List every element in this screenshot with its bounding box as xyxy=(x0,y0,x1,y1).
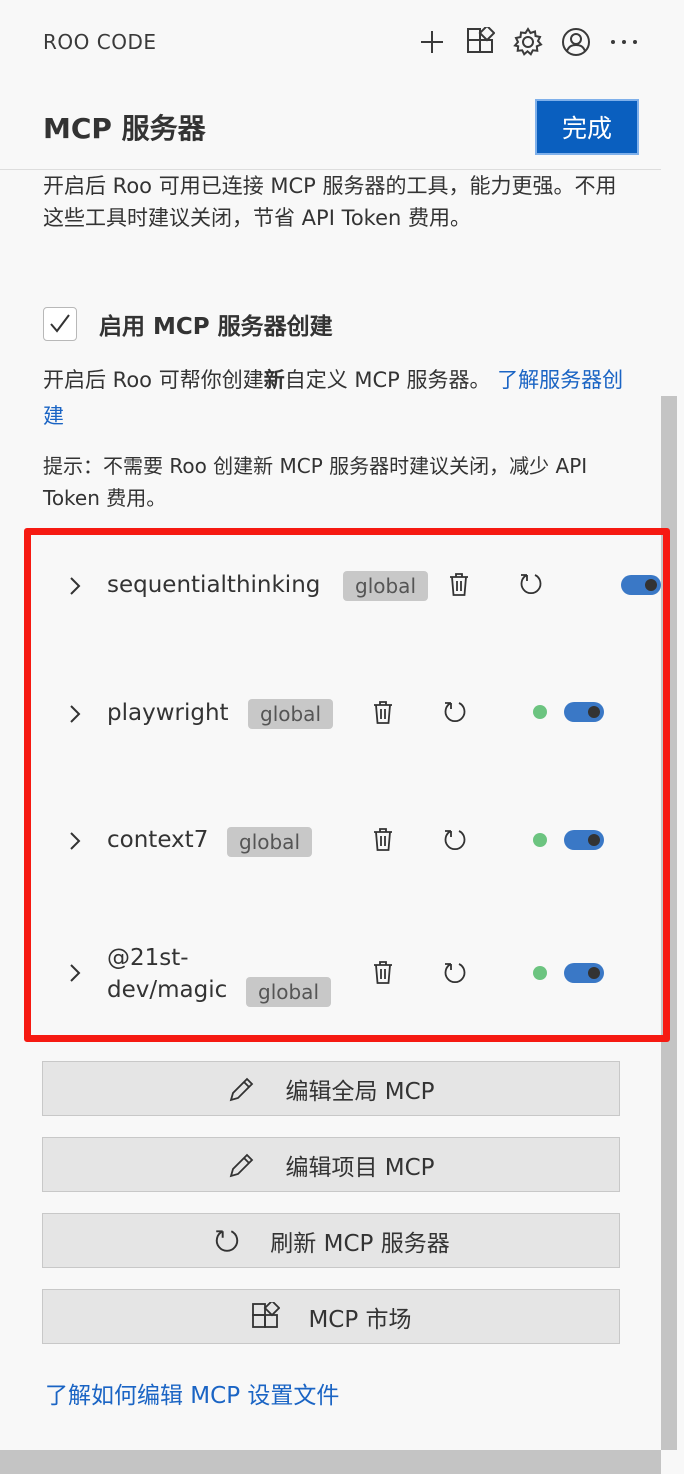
mcp-description: 开启后 Roo 可用已连接 MCP 服务器的工具，能力更强。不用这些工具时建议关… xyxy=(43,174,617,230)
refresh-mcp-servers-label: 刷新 MCP 服务器 xyxy=(270,1230,450,1257)
pencil-icon xyxy=(227,1074,257,1104)
edit-global-mcp-label: 编辑全局 MCP xyxy=(285,1078,435,1105)
server-creation-description: 开启后 Roo 可帮你创建新自定义 MCP 服务器。 了解服务器创建 xyxy=(43,362,633,434)
mcp-marketplace-label: MCP 市场 xyxy=(308,1306,412,1333)
highlight-box xyxy=(24,528,670,1042)
marketplace-icon xyxy=(250,1301,281,1332)
learn-edit-mcp-settings-link[interactable]: 了解如何编辑 MCP 设置文件 xyxy=(45,1376,339,1410)
done-button[interactable]: 完成 xyxy=(535,98,639,155)
page-title: MCP 服务器 xyxy=(43,111,206,145)
more-icon[interactable] xyxy=(608,26,640,58)
server-creation-label: 启用 MCP 服务器创建 xyxy=(99,314,333,340)
server-creation-checkbox[interactable] xyxy=(43,307,77,341)
edit-project-mcp-button[interactable]: 编辑项目 MCP xyxy=(42,1137,620,1192)
server-creation-toggle[interactable]: 启用 MCP 服务器创建 xyxy=(43,307,333,341)
app-title: ROO CODE xyxy=(43,30,157,54)
refresh-mcp-servers-button[interactable]: 刷新 MCP 服务器 xyxy=(42,1213,620,1268)
mcp-marketplace-button[interactable]: MCP 市场 xyxy=(42,1289,620,1344)
refresh-icon xyxy=(212,1226,242,1256)
pencil-icon xyxy=(227,1150,257,1180)
page-header: MCP 服务器 完成 xyxy=(0,84,661,170)
account-icon[interactable] xyxy=(560,26,592,58)
description-bold: 新 xyxy=(263,368,285,392)
description-prefix: 开启后 Roo 可帮你创建 xyxy=(43,368,264,392)
horizontal-scrollbar[interactable] xyxy=(0,1450,661,1474)
edit-project-mcp-label: 编辑项目 MCP xyxy=(285,1154,435,1181)
plus-icon[interactable] xyxy=(416,26,448,58)
edit-global-mcp-button[interactable]: 编辑全局 MCP xyxy=(42,1061,620,1116)
marketplace-icon[interactable] xyxy=(464,26,496,58)
top-bar: ROO CODE xyxy=(0,0,684,84)
checkmark-icon xyxy=(50,314,70,333)
gear-icon[interactable] xyxy=(512,26,544,58)
toolbar-icons xyxy=(416,26,640,58)
description-suffix: 自定义 MCP 服务器。 xyxy=(284,368,491,392)
tip-text: 提示：不需要 Roo 创建新 MCP 服务器时建议关闭，减少 API Token… xyxy=(43,454,588,510)
